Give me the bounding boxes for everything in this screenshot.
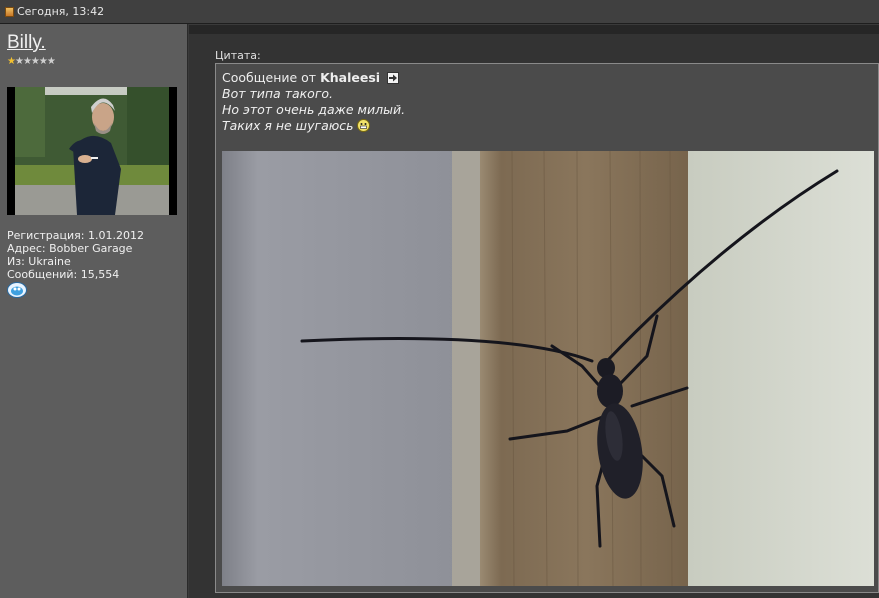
beetle-photo[interactable] [222, 151, 874, 586]
user-location: Из: Ukraine [7, 255, 71, 268]
quote-header-prefix: Сообщение от [222, 70, 321, 85]
registration-date: Регистрация: 1.01.2012 [7, 229, 144, 242]
star-empty-icon: ★ [46, 56, 56, 67]
star-empty-icon: ★ [38, 56, 48, 67]
content-top-bar [189, 25, 879, 34]
quote-line-text: Таких я не шугаюсь [222, 118, 354, 133]
post-icon [5, 6, 14, 17]
quoted-author: Khaleesi [320, 70, 381, 85]
avatar[interactable] [7, 87, 177, 215]
star-empty-icon: ★ [14, 56, 24, 67]
message-icon[interactable] [7, 282, 27, 298]
post-date: Сегодня, 13:42 [17, 5, 105, 18]
quote-label: Цитата: [215, 49, 261, 62]
star-empty-icon: ★ [22, 56, 32, 67]
grin-smiley-icon [356, 119, 370, 132]
post-content: Цитата: Сообщение от Khaleesi Вот типа т… [189, 25, 879, 598]
quote-line: Но этот очень даже милый. [222, 102, 406, 117]
user-address: Адрес: Bobber Garage [7, 242, 133, 255]
quote-line: Вот типа такого. [222, 86, 334, 101]
star-empty-icon: ★ [30, 56, 40, 67]
quote-line: Таких я не шугаюсь [222, 118, 370, 133]
user-sidebar: Billy. ★★★★★★ Регистрация: 1.01.2012 Адр… [0, 24, 188, 598]
message-count: Сообщений: 15,554 [7, 268, 120, 281]
arrow-right-icon[interactable] [387, 72, 400, 84]
quote-header: Сообщение от Khaleesi [222, 70, 400, 85]
post-header-bar: Сегодня, 13:42 [0, 0, 879, 24]
user-rating: ★★★★★★ [7, 56, 56, 67]
star-filled-icon: ★ [7, 56, 16, 67]
quote-box: Сообщение от Khaleesi Вот типа такого. Н… [215, 63, 879, 593]
user-info: Регистрация: 1.01.2012 Адрес: Bobber Gar… [7, 229, 144, 281]
username-link[interactable]: Billy. [7, 32, 46, 54]
